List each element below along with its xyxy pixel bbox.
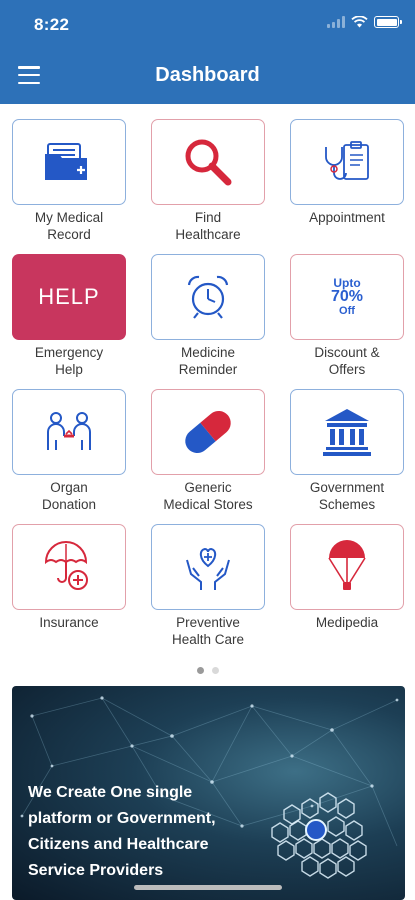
- tile-find-healthcare[interactable]: Find Healthcare: [151, 119, 265, 243]
- status-icons: [327, 16, 402, 28]
- page-dot-2[interactable]: [211, 667, 219, 674]
- tile-box: [290, 119, 404, 205]
- tile-preventive-health-care[interactable]: Preventive Health Care: [151, 524, 265, 648]
- tile-generic-medical-stores[interactable]: Generic Medical Stores: [151, 389, 265, 513]
- tile-label: Government Schemes: [309, 480, 385, 512]
- tile-discount-offers[interactable]: Upto 70% Off Discount & Offers: [290, 254, 404, 378]
- tile-organ-donation[interactable]: Organ Donation: [12, 389, 126, 513]
- tile-label: Appointment: [309, 210, 385, 225]
- tile-box: [12, 119, 126, 205]
- tile-box: [12, 389, 126, 475]
- app-header: 8:22 Dashboard: [0, 0, 415, 104]
- tile-box: [151, 119, 265, 205]
- tile-box: [290, 524, 404, 610]
- government-building-icon: [323, 409, 371, 456]
- tile-box: Upto 70% Off: [290, 254, 404, 340]
- tile-label: Preventive Health Care: [171, 615, 245, 647]
- tile-appointment[interactable]: Appointment: [290, 119, 404, 226]
- capsule-pill-icon: [185, 411, 231, 453]
- tile-label: Organ Donation: [41, 480, 97, 512]
- tile-label: Emergency Help: [34, 345, 104, 377]
- tile-box: [290, 389, 404, 475]
- hands-heart-icon: [186, 547, 230, 590]
- status-time: 8:22: [34, 15, 70, 34]
- parachute-icon: [328, 540, 366, 590]
- tile-box: [151, 254, 265, 340]
- tile-medipedia[interactable]: Medipedia: [290, 524, 404, 631]
- tile-label: Medicine Reminder: [178, 345, 238, 377]
- wifi-icon: [351, 16, 368, 28]
- organ-donation-icon: [47, 412, 91, 450]
- tile-medicine-reminder[interactable]: Medicine Reminder: [151, 254, 265, 378]
- tile-label: Medipedia: [315, 615, 379, 630]
- tile-box: HELP: [12, 254, 126, 340]
- cellular-signal-icon: [327, 16, 345, 28]
- banner-text: We Create One single platform or Governm…: [28, 784, 216, 879]
- discount-off: Off: [339, 304, 355, 317]
- tile-my-medical-record[interactable]: My Medical Record: [12, 119, 126, 243]
- page-dot-1[interactable]: [196, 667, 204, 674]
- page-title: Dashboard: [155, 64, 260, 86]
- tile-label: Generic Medical Stores: [163, 480, 253, 512]
- tile-insurance[interactable]: Insurance: [12, 524, 126, 631]
- tile-label: Discount & Offers: [314, 345, 380, 377]
- tile-box: [151, 524, 265, 610]
- stethoscope-clipboard-icon: [325, 141, 369, 180]
- tile-emergency-help[interactable]: HELP Emergency Help: [12, 254, 126, 378]
- help-badge: HELP: [38, 284, 100, 309]
- discount-percent: 70%: [330, 288, 364, 306]
- magnifier-icon: [185, 139, 232, 186]
- tile-government-schemes[interactable]: Government Schemes: [290, 389, 404, 513]
- battery-icon: [374, 16, 402, 28]
- tile-box: [12, 524, 126, 610]
- home-indicator[interactable]: [134, 885, 282, 890]
- tile-label: Insurance: [39, 615, 99, 630]
- promo-banner[interactable]: We Create One single platform or Governm…: [12, 686, 405, 900]
- tile-label: My Medical Record: [34, 210, 104, 242]
- tile-box: [151, 389, 265, 475]
- page-indicator: [0, 667, 415, 674]
- medical-folder-icon: [45, 143, 87, 180]
- discount-badge: Upto 70% Off: [330, 276, 364, 318]
- tile-label: Find Healthcare: [175, 210, 241, 242]
- umbrella-insurance-icon: [44, 541, 88, 590]
- alarm-clock-icon: [187, 275, 229, 319]
